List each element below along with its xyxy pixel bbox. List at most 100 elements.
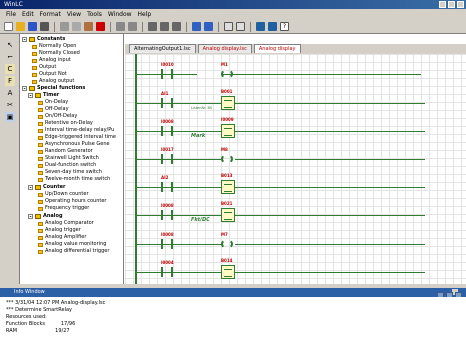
delete-icon[interactable] — [96, 22, 105, 31]
contact[interactable] — [161, 267, 173, 277]
tree-item[interactable]: Analog Comparator — [38, 220, 94, 227]
tree-item[interactable]: On-Delay — [38, 99, 68, 106]
tree-section-special-functions[interactable]: - Special functions — [22, 85, 85, 92]
tab-analog-display[interactable]: Analog display — [253, 44, 301, 53]
function-block[interactable] — [221, 208, 235, 222]
menu-file[interactable]: File — [6, 11, 16, 18]
tree-item[interactable]: Up/Down counter — [38, 191, 89, 198]
tree-item[interactable]: Retentive on-Delay — [38, 120, 93, 127]
menu-window[interactable]: Window — [108, 11, 132, 18]
contact[interactable] — [161, 69, 173, 79]
rung-line — [235, 103, 425, 104]
ladder-canvas[interactable]: I0010 M1 AI1 B001 ListenNr. BS I0008 I00… — [125, 54, 466, 284]
toolbar-separator — [186, 21, 187, 32]
menu-tools[interactable]: Tools — [87, 11, 102, 18]
tree-item[interactable]: Analog differential trigger — [38, 248, 109, 255]
tree-item[interactable]: Twelve-month time switch — [38, 176, 110, 183]
menu-view[interactable]: View — [67, 11, 81, 18]
tree-section-counter[interactable]: - Counter — [28, 184, 65, 191]
align-center-icon[interactable] — [160, 22, 169, 31]
tile-icon[interactable] — [268, 22, 277, 31]
align-left-icon[interactable] — [148, 22, 157, 31]
menu-help[interactable]: Help — [138, 11, 152, 18]
tree-item[interactable]: Operating hours counter — [38, 198, 106, 205]
tree-item[interactable]: Interval time-delay relay/Pu — [38, 127, 114, 134]
contact[interactable] — [161, 182, 173, 192]
contact[interactable] — [161, 98, 173, 108]
cut-icon[interactable] — [60, 22, 69, 31]
function-block[interactable] — [221, 96, 235, 110]
undo-icon[interactable] — [116, 22, 125, 31]
tree-item[interactable]: Seven-day time switch — [38, 169, 102, 176]
tab-analog-display-lsc[interactable]: Analog display.lsc — [197, 44, 252, 53]
tree-item[interactable]: Analog output — [32, 78, 74, 85]
maximize-icon[interactable] — [448, 1, 455, 8]
redo-icon[interactable] — [128, 22, 137, 31]
collapse-icon[interactable]: - — [28, 214, 33, 220]
connect-tool-icon[interactable]: ⌐ — [5, 52, 15, 62]
zoom-in-icon[interactable] — [224, 22, 233, 31]
transfer-icon[interactable] — [204, 22, 213, 31]
tree-item[interactable]: On/Off-Delay — [38, 113, 77, 120]
collapse-icon[interactable]: - — [22, 86, 27, 92]
tree-item[interactable]: Normally Closed — [32, 50, 80, 57]
minimize-icon[interactable] — [439, 1, 446, 8]
tree-item[interactable]: Normally Open — [32, 43, 76, 50]
function-block[interactable] — [221, 265, 235, 279]
contact[interactable] — [161, 239, 173, 249]
coil[interactable] — [221, 239, 233, 249]
tree-item[interactable]: Dual-function switch — [38, 162, 96, 169]
collapse-icon[interactable]: - — [28, 93, 33, 99]
tree-section-constants[interactable]: - Constants — [22, 36, 65, 43]
paste-icon[interactable] — [84, 22, 93, 31]
tree-section-timer[interactable]: - Timer — [28, 92, 59, 99]
block-icon — [38, 235, 43, 240]
tree-item[interactable]: Random Generator — [38, 148, 93, 155]
tree-item[interactable]: Analog Amplifier — [38, 234, 86, 241]
select-tool-icon[interactable]: ↖ — [5, 40, 15, 50]
help-icon[interactable]: ? — [280, 22, 289, 31]
coil[interactable] — [221, 69, 233, 79]
cut-line-icon[interactable]: ✂ — [5, 100, 15, 110]
open-icon[interactable] — [16, 22, 25, 31]
block-label: B021 — [221, 201, 233, 206]
print-icon[interactable] — [40, 22, 49, 31]
save-icon[interactable] — [28, 22, 37, 31]
contact[interactable] — [161, 126, 173, 136]
align-right-icon[interactable] — [172, 22, 181, 31]
function-block[interactable] — [221, 180, 235, 194]
tree-item[interactable]: Off-Delay — [38, 106, 69, 113]
close-icon[interactable] — [457, 1, 464, 8]
function-block[interactable] — [221, 124, 235, 138]
functions-tool-icon[interactable]: F — [5, 76, 15, 86]
tree-item[interactable]: Asynchronous Pulse Gene — [38, 141, 110, 148]
menu-edit[interactable]: Edit — [22, 11, 34, 18]
contact[interactable] — [161, 210, 173, 220]
text-tool-icon[interactable]: A — [5, 88, 15, 98]
contact[interactable] — [161, 154, 173, 164]
tree-item[interactable]: Analog trigger — [38, 227, 81, 234]
tree-item[interactable]: Frequency trigger — [38, 205, 89, 212]
tree-item[interactable]: Stairwell Light Switch — [38, 155, 99, 162]
tab-alternating-output[interactable]: AlternatingOutput1.lsc — [129, 44, 196, 53]
coil[interactable] — [221, 154, 233, 164]
tree-item[interactable]: Output Not — [32, 71, 67, 78]
tree-item[interactable]: Analog input — [32, 57, 71, 64]
tree-item[interactable]: Edge-triggered interval time — [38, 134, 116, 141]
collapse-icon[interactable]: - — [22, 37, 27, 43]
menu-format[interactable]: Format — [40, 11, 61, 18]
copy-icon[interactable] — [72, 22, 81, 31]
contact-label: I0010 — [161, 62, 174, 67]
collapse-icon[interactable]: - — [28, 185, 33, 191]
zoom-out-icon[interactable] — [236, 22, 245, 31]
block-icon — [38, 156, 43, 161]
tree-item[interactable]: Analog value monitoring — [38, 241, 106, 248]
block-icon — [38, 192, 43, 197]
tree-section-analog[interactable]: - Analog — [28, 213, 63, 220]
new-icon[interactable] — [4, 22, 13, 31]
tree-item[interactable]: Output — [32, 64, 56, 71]
window-icon[interactable] — [256, 22, 265, 31]
simulation-tool-icon[interactable]: ▣ — [5, 112, 15, 122]
constants-tool-icon[interactable]: C — [5, 64, 15, 74]
simulate-icon[interactable] — [192, 22, 201, 31]
